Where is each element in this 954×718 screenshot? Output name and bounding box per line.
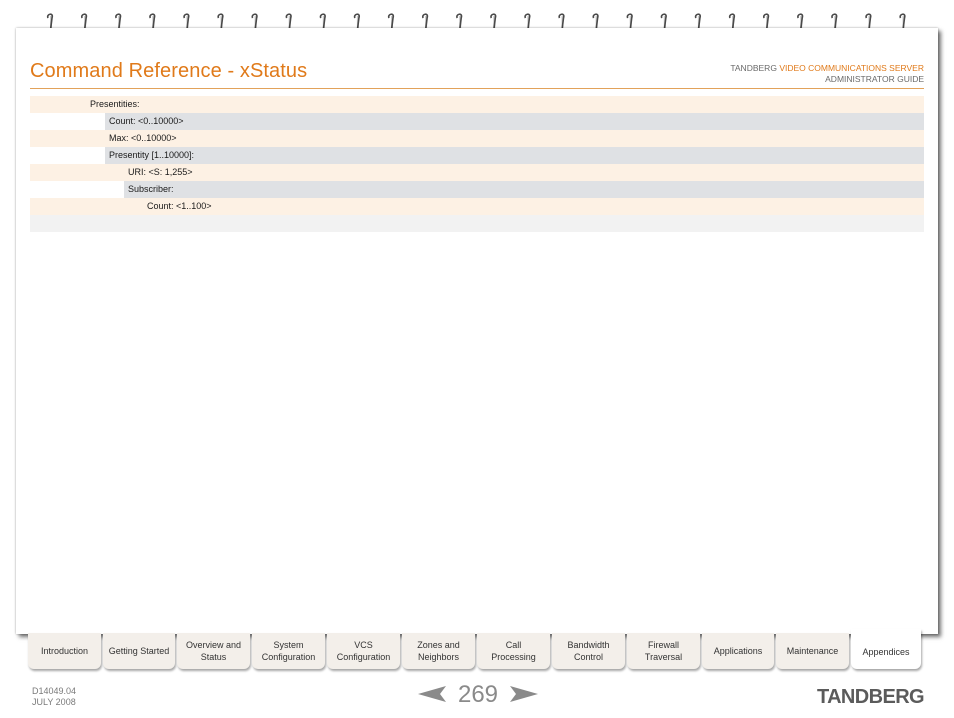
section-tabs: Introduction Getting Started Overview an… (28, 629, 928, 671)
tab-bandwidth-control[interactable]: Bandwidth Control (552, 633, 625, 669)
tree-row: Count: <1..100> (30, 198, 924, 215)
doc-number: D14049.04 (32, 686, 77, 696)
document-header: TANDBERG VIDEO COMMUNICATIONS SERVER ADM… (730, 63, 924, 84)
arrow-left-icon[interactable] (418, 684, 446, 709)
page-title: Command Reference - xStatus (30, 60, 308, 82)
tree-row: Count: <0..10000> (30, 113, 924, 130)
tab-zones-and-neighbors[interactable]: Zones and Neighbors (402, 633, 475, 669)
tree-row: Max: <0..10000> (30, 130, 924, 147)
tree-row: URI: <S: 1,255> (30, 164, 924, 181)
tree-footer-band (30, 215, 924, 232)
arrow-right-icon[interactable] (510, 684, 538, 709)
tandberg-logo: TANDBERG (816, 686, 925, 708)
tab-introduction[interactable]: Introduction (28, 633, 101, 669)
tab-maintenance[interactable]: Maintenance (776, 633, 849, 669)
tab-call-processing[interactable]: Call Processing (477, 633, 550, 669)
product-label: VIDEO COMMUNICATIONS SERVER (779, 63, 924, 73)
document-id: D14049.04 JULY 2008 (32, 686, 76, 708)
tree-node: Subscriber: (124, 181, 924, 198)
guide-label: ADMINISTRATOR GUIDE (825, 73, 924, 84)
tab-vcs-configuration[interactable]: VCS Configuration (327, 633, 400, 669)
tree-row: Subscriber: (30, 181, 924, 198)
tree-node: URI: <S: 1,255> (124, 164, 924, 181)
tree-node: Count: <1..100> (143, 198, 924, 215)
tab-applications[interactable]: Applications (702, 633, 774, 669)
doc-date: JULY 2008 (32, 697, 76, 707)
page-number: 269 (457, 681, 499, 708)
tab-overview-and-status[interactable]: Overview and Status (177, 633, 250, 669)
tree-node: Count: <0..10000> (105, 113, 924, 130)
tab-getting-started[interactable]: Getting Started (103, 633, 175, 669)
tab-system-configuration[interactable]: System Configuration (252, 633, 325, 669)
tree-node: Presentities: (86, 96, 924, 113)
tree-node: Presentity [1..10000]: (105, 147, 924, 164)
header-divider (30, 88, 924, 89)
brand-label: TANDBERG (730, 63, 777, 73)
tree-row: Presentity [1..10000]: (30, 147, 924, 164)
command-tree: Presentities: Count: <0..10000> Max: <0.… (30, 96, 924, 232)
tab-firewall-traversal[interactable]: Firewall Traversal (627, 633, 700, 669)
tab-appendices[interactable]: Appendices (851, 629, 921, 669)
tree-node: Max: <0..10000> (105, 130, 924, 147)
page-navigator: 269 (416, 680, 540, 710)
tree-row: Presentities: (30, 96, 924, 113)
